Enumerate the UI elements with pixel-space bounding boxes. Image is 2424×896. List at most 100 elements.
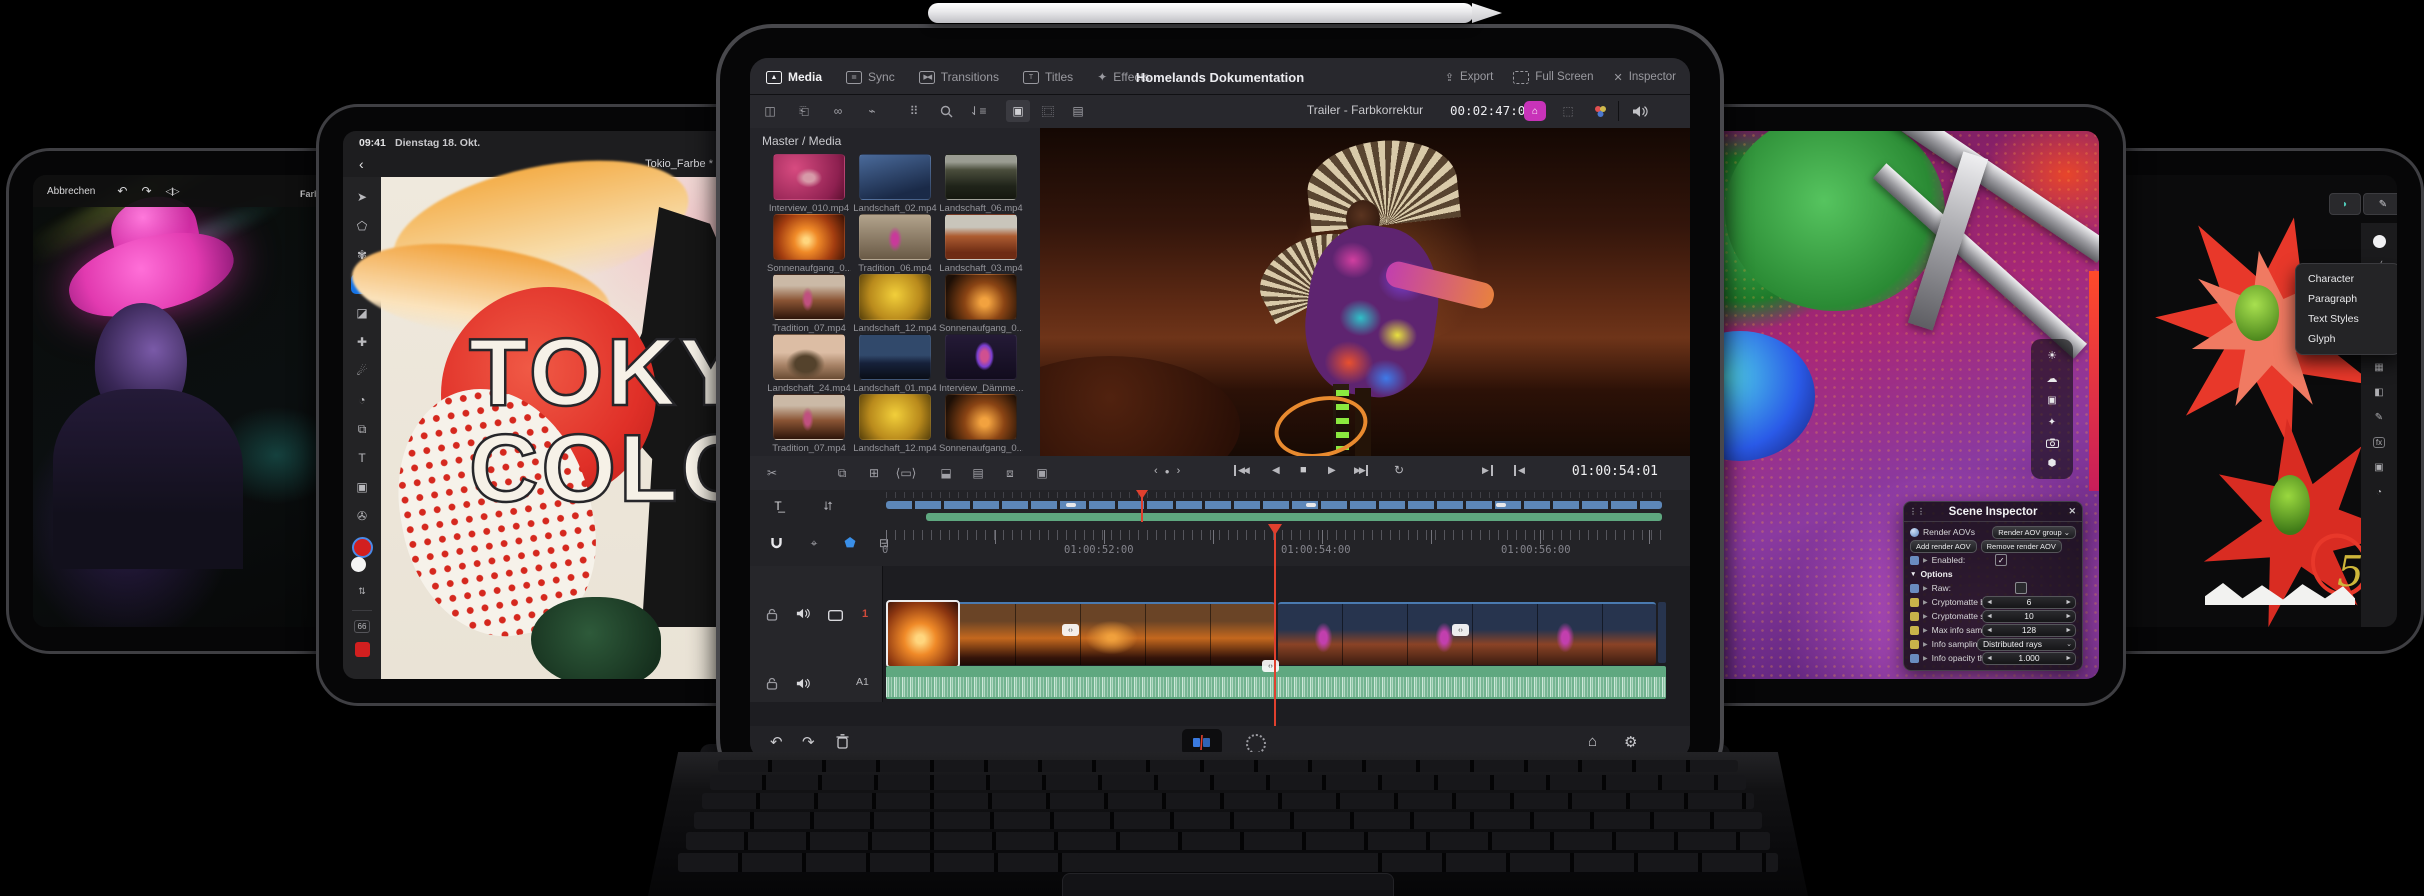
expand-icon[interactable]: ▶ xyxy=(1923,641,1928,648)
clip-thumbnail[interactable] xyxy=(773,214,845,260)
expand-icon[interactable]: ▶ xyxy=(1923,599,1928,606)
swap-colors-icon[interactable]: ⇅ xyxy=(351,581,373,601)
mute-icon[interactable] xyxy=(796,677,811,695)
sort-icon[interactable]: ⇃≡ xyxy=(966,100,990,122)
clip-thumbnail[interactable] xyxy=(945,274,1017,320)
lock-icon[interactable] xyxy=(766,608,778,626)
type-tool-icon[interactable]: T xyxy=(351,448,373,468)
layers-icon[interactable]: ⬢ xyxy=(2048,458,2057,469)
raw-checkbox[interactable] xyxy=(2015,582,2027,594)
undo-icon[interactable]: ↶ xyxy=(117,184,127,198)
color-dot-icon[interactable] xyxy=(2373,235,2386,248)
cryptomatte-bins-slider[interactable]: ◄6► xyxy=(1982,596,2076,609)
clip-thumbnail[interactable] xyxy=(859,394,931,440)
media-tile[interactable]: Landschaft_03.mp4 xyxy=(939,214,1023,274)
clip-thumbnail[interactable] xyxy=(945,214,1017,260)
dodge-tool-icon[interactable]: ◔ xyxy=(351,390,373,410)
timeline-clip-partial[interactable] xyxy=(1658,602,1666,663)
trim-mode-icon[interactable]: ⮃ xyxy=(816,495,840,517)
clip-thumbnail[interactable] xyxy=(773,274,845,320)
skip-forward-button[interactable]: ▶▶ xyxy=(1354,465,1368,476)
still-image-icon[interactable]: ▣ xyxy=(1030,462,1054,484)
frame-step-controls[interactable]: ‹ ● › xyxy=(1154,465,1180,477)
grid-icon[interactable]: ▣ xyxy=(2374,462,2383,473)
media-tile[interactable]: Interview_Dämme... xyxy=(939,334,1023,394)
panel-titlebar[interactable]: ⋮⋮ Scene Inspector ✕ xyxy=(1904,502,2082,522)
marker-mode-icon[interactable]: ⌖ xyxy=(802,532,826,554)
timeline-ruler-row[interactable]: ⌖ ⬟ ⊟ 0 01:00:52:00 01:00:54:00 01:00:56… xyxy=(750,524,1690,567)
media-tile[interactable]: Sonnenaufgang_0... xyxy=(939,274,1023,334)
gradient-icon[interactable]: ◧ xyxy=(2374,387,2383,398)
trash-icon[interactable] xyxy=(836,734,849,754)
full-screen-button[interactable]: Full Screen xyxy=(1513,71,1593,84)
media-tile[interactable]: Landschaft_06.mp4 xyxy=(939,154,1023,214)
media-pool-breadcrumb[interactable]: Master / Media xyxy=(762,134,841,148)
minimap-playhead-line[interactable] xyxy=(1141,496,1143,522)
insert-clip-icon[interactable]: ⟨▭⟩ xyxy=(894,462,918,484)
viewer[interactable] xyxy=(1040,128,1690,456)
skip-back-button[interactable]: ◀◀ xyxy=(1234,465,1248,476)
clip-thumbnail[interactable] xyxy=(773,154,845,200)
play-button[interactable]: ▶ xyxy=(1328,465,1336,476)
media-tile[interactable]: Sonnenaufgang_0... xyxy=(767,214,851,274)
swap-clip-icon[interactable]: ⧈ xyxy=(998,462,1022,484)
eyedropper-icon[interactable]: ✇ xyxy=(351,506,373,526)
menu-item-glyph[interactable]: Glyph xyxy=(2296,329,2397,349)
clip-thumbnail[interactable] xyxy=(945,154,1017,200)
media-tile[interactable]: Landschaft_02.mp4 xyxy=(853,154,937,214)
photos-icon[interactable]: ▣ xyxy=(2047,395,2056,406)
scissors-icon[interactable]: ✂ xyxy=(760,462,784,484)
media-tile[interactable]: Tradition_06.mp4 xyxy=(853,214,937,274)
color-wheels-icon[interactable] xyxy=(1588,100,1612,122)
media-tile[interactable]: Landschaft_12.mp4 xyxy=(853,394,937,454)
search-icon[interactable] xyxy=(934,100,958,122)
clip-thumbnail[interactable] xyxy=(945,394,1017,440)
menu-item-paragraph[interactable]: Paragraph xyxy=(2296,289,2397,309)
redo-icon[interactable]: ↷ xyxy=(141,184,151,198)
clip-thumbnail[interactable] xyxy=(859,274,931,320)
brush-panel-icon[interactable]: ✎ xyxy=(2375,412,2383,423)
fx-icon[interactable]: fx xyxy=(2373,437,2385,448)
ripple-overwrite-icon[interactable]: ▤ xyxy=(966,462,990,484)
opacity-threshold-slider[interactable]: ◄1.000► xyxy=(1982,652,2076,665)
sampling-mode-dropdown[interactable]: Distributed rays⌄ xyxy=(1977,638,2076,651)
monitor-icon[interactable] xyxy=(828,608,843,626)
move-tool-icon[interactable]: ➤ xyxy=(351,187,373,207)
grid-view-icon[interactable]: ⠿ xyxy=(902,100,926,122)
max-info-samples-slider[interactable]: ◄128► xyxy=(1982,624,2076,637)
flag-icon[interactable]: ⬟ xyxy=(838,532,862,554)
settings-gear-icon[interactable]: ⚙ xyxy=(1624,733,1637,751)
close-icon[interactable]: ✕ xyxy=(2068,506,2076,517)
wand-icon[interactable]: ✦ xyxy=(2048,417,2056,428)
lasso-tool-icon[interactable]: ⬠ xyxy=(351,216,373,236)
media-tile[interactable]: Landschaft_24.mp4 xyxy=(767,334,851,394)
menu-item-text-styles[interactable]: Text Styles xyxy=(2296,309,2397,329)
home-icon[interactable]: ⌂ xyxy=(1588,733,1597,750)
media-tile[interactable]: Tradition_07.mp4 xyxy=(767,274,851,334)
selection-box-icon[interactable]: ⬚ xyxy=(1556,100,1580,122)
drag-handle-icon[interactable]: ⋮⋮ xyxy=(1909,507,1925,516)
clip-thumbnail[interactable] xyxy=(945,334,1017,380)
clip-marker-badge[interactable]: ‹› xyxy=(1452,624,1469,636)
snapping-magnet-icon[interactable] xyxy=(764,532,788,554)
go-to-start-button[interactable]: ◀ xyxy=(1514,465,1525,476)
append-clip-icon[interactable]: ⊞ xyxy=(862,462,886,484)
sidebar-toggle-icon[interactable]: ◫ xyxy=(758,100,782,122)
camera-icon[interactable] xyxy=(2046,438,2059,448)
expand-icon[interactable]: ▶ xyxy=(1923,613,1928,620)
back-icon[interactable]: ‹ xyxy=(359,156,364,172)
media-tile[interactable]: Landschaft_12.mp4 xyxy=(853,274,937,334)
loop-button[interactable]: ↻ xyxy=(1394,463,1404,477)
color-page-button[interactable] xyxy=(1246,734,1266,754)
options-row[interactable]: ▼ Options xyxy=(1904,567,2082,581)
smudge-tool-icon[interactable]: ☄ xyxy=(351,361,373,381)
selected-clip-thumbnail[interactable] xyxy=(886,600,960,668)
mute-icon[interactable] xyxy=(796,607,811,625)
cancel-button[interactable]: Abbrechen xyxy=(47,186,95,197)
clip-marker-badge[interactable]: ‹› xyxy=(1062,624,1079,636)
playhead-line[interactable] xyxy=(1274,528,1276,726)
heal-tool-icon[interactable]: ✚ xyxy=(351,332,373,352)
clip-thumbnail[interactable] xyxy=(859,154,931,200)
clip-thumbnail[interactable] xyxy=(773,394,845,440)
seed-factor-slider[interactable]: ◄10► xyxy=(1982,610,2076,623)
